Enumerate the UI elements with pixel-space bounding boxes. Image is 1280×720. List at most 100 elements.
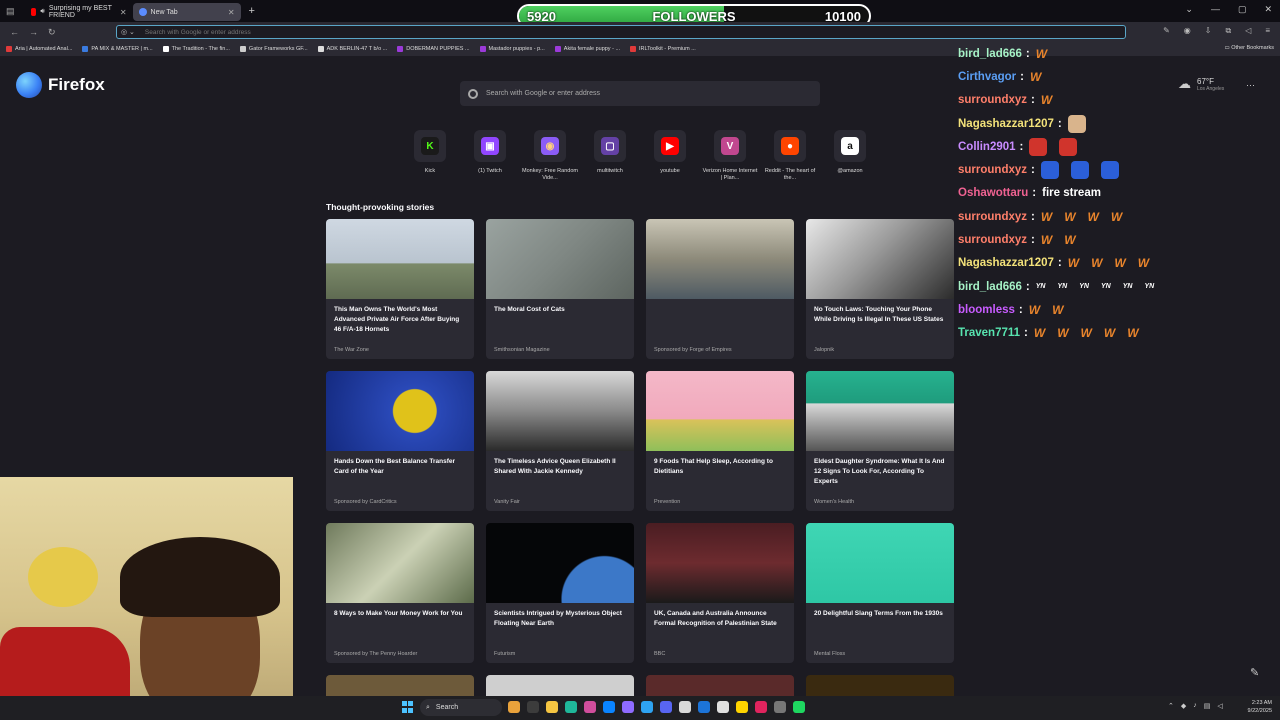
taskbar-app-icon[interactable]: [565, 701, 577, 713]
microphone-icon[interactable]: ♪: [1193, 702, 1197, 710]
tab-new-tab[interactable]: New Tab ✕: [132, 3, 241, 21]
tray-app-icon[interactable]: ◆: [1181, 702, 1186, 710]
chat-text: fire stream: [1042, 187, 1101, 200]
taskbar-app-icon[interactable]: [527, 701, 539, 713]
taskbar-search[interactable]: ⌕ Search: [420, 699, 502, 716]
taskbar-app-icon[interactable]: [660, 701, 672, 713]
new-tab-search[interactable]: Search with Google or enter address: [460, 81, 820, 106]
reload-icon[interactable]: ↻: [48, 27, 56, 38]
shortcut-tile[interactable]: ●: [774, 130, 806, 162]
list-all-tabs-icon[interactable]: ⌄: [1185, 4, 1193, 15]
bookmark-item[interactable]: Akita female puppy - ...: [554, 46, 620, 52]
bookmark-favicon-icon: [554, 46, 561, 52]
story-source: The War Zone: [334, 347, 369, 353]
shortcut-tile[interactable]: ▶: [654, 130, 686, 162]
address-input[interactable]: [144, 28, 745, 36]
blueface-emote-icon: [1070, 161, 1089, 180]
story-card[interactable]: Scientists Intrigued by Mysterious Objec…: [486, 523, 634, 663]
story-card[interactable]: No Touch Laws: Touching Your Phone While…: [806, 219, 954, 359]
taskbar-app-icon[interactable]: [603, 701, 615, 713]
taskbar: ⌕ Search ⌃ ◆ ♪ ▤ ◁ 2:23 AM 9/22/2025: [0, 696, 1280, 720]
story-card[interactable]: The Moral Cost of Cats Smithsonian Magazi…: [486, 219, 634, 359]
menu-icon[interactable]: ≡: [1265, 26, 1270, 36]
taskbar-app-icon[interactable]: [717, 701, 729, 713]
shortcut-multitwitch[interactable]: ▢ multitwitch: [580, 130, 640, 182]
minimize-icon[interactable]: —: [1211, 4, 1220, 15]
shortcut-kick[interactable]: K Kick: [400, 130, 460, 182]
story-card[interactable]: 8 Ways to Make Your Money Work for You Sp…: [326, 523, 474, 663]
back-icon[interactable]: ←: [10, 27, 19, 37]
bookmark-favicon-icon: [317, 46, 324, 52]
shortcut-verizon[interactable]: V Verizon Home Internet | Plan...: [700, 130, 760, 182]
story-card[interactable]: UK, Canada and Australia Announce Formal…: [646, 523, 794, 663]
story-card[interactable]: 20 Delightful Slang Terms From the 1930s…: [806, 523, 954, 663]
taskbar-app-icon[interactable]: [679, 701, 691, 713]
taskbar-app-icon[interactable]: [546, 701, 558, 713]
story-card[interactable]: The Timeless Advice Queen Elizabeth II S…: [486, 371, 634, 511]
taskbar-app-icon[interactable]: [755, 701, 767, 713]
bookmark-item[interactable]: DOBERMAN PUPPIES ...: [397, 46, 470, 52]
bookmark-item[interactable]: The Tradition - The fin...: [162, 46, 230, 52]
shortcut-youtube[interactable]: ▶ youtube: [640, 130, 700, 182]
bookmark-item[interactable]: Gator Frameworks GF...: [239, 46, 308, 52]
close-window-icon[interactable]: ✕: [1264, 4, 1272, 15]
audio-icon[interactable]: ◁: [1245, 26, 1251, 36]
taskbar-app-icon[interactable]: [793, 701, 805, 713]
story-image: [326, 371, 474, 451]
bookmark-item[interactable]: Mastador puppies - p...: [479, 46, 545, 52]
shortcut-tile[interactable]: ◉: [534, 130, 566, 162]
story-card[interactable]: This Man Owns The World's Most Advanced …: [326, 219, 474, 359]
redface-emote-icon: [1029, 137, 1048, 156]
shortcut-monkey[interactable]: ◉ Monkey: Free Random Vide...: [520, 130, 580, 182]
address-bar[interactable]: ◎ ⌄: [116, 25, 1126, 39]
taskbar-app-icon[interactable]: [641, 701, 653, 713]
clock[interactable]: 2:23 AM 9/22/2025: [1240, 699, 1272, 715]
story-card-partial[interactable]: [806, 675, 954, 696]
story-card[interactable]: 9 Foods That Help Sleep, According to Di…: [646, 371, 794, 511]
chat-message: Cirthvagor: W: [958, 65, 1258, 88]
tab-list-icon[interactable]: ▤: [6, 6, 15, 17]
extensions-icon[interactable]: ⧉: [1225, 26, 1231, 36]
maximize-icon[interactable]: ▢: [1238, 4, 1247, 15]
story-card[interactable]: Eldest Daughter Syndrome: What It Is And…: [806, 371, 954, 511]
story-card[interactable]: Sponsored by Forge of Empires: [646, 219, 794, 359]
shortcut-tile[interactable]: ▣: [474, 130, 506, 162]
taskbar-app-icon[interactable]: [736, 701, 748, 713]
taskbar-app-icon[interactable]: [508, 701, 520, 713]
account-icon[interactable]: ◉: [1184, 26, 1191, 36]
shortcut-reddit[interactable]: ● Reddit - The heart of the...: [760, 130, 820, 182]
bookmark-item[interactable]: PA MIX & MASTER | m...: [82, 46, 153, 52]
shortcut-tile[interactable]: V: [714, 130, 746, 162]
story-card-partial[interactable]: [646, 675, 794, 696]
story-card[interactable]: Hands Down the Best Balance Transfer Car…: [326, 371, 474, 511]
story-card-partial[interactable]: [486, 675, 634, 696]
taskbar-app-icon[interactable]: [584, 701, 596, 713]
search-engine-icon[interactable]: ◎ ⌄: [121, 28, 135, 36]
yn-emote-icon: YN: [1122, 283, 1133, 291]
volume-icon[interactable]: ◁: [1217, 702, 1222, 710]
tools-icon[interactable]: ✎: [1163, 26, 1170, 36]
taskbar-app-icon[interactable]: [774, 701, 786, 713]
bookmark-item[interactable]: IRLToolkit - Premium ...: [630, 46, 696, 52]
shortcut-tile[interactable]: ▢: [594, 130, 626, 162]
close-tab-icon[interactable]: ✕: [120, 8, 127, 17]
tray-chevron-icon[interactable]: ⌃: [1168, 702, 1174, 710]
shortcut-tile[interactable]: K: [414, 130, 446, 162]
chat-separator: :: [1024, 327, 1028, 340]
forward-icon[interactable]: →: [29, 27, 38, 37]
taskbar-app-icon[interactable]: [698, 701, 710, 713]
shortcut-tile[interactable]: a: [834, 130, 866, 162]
tab-youtube[interactable]: 🔊︎ Surprising my BEST FRIEND ✕: [25, 3, 133, 21]
new-tab-plus-icon[interactable]: +: [249, 5, 255, 17]
shortcut-twitch[interactable]: ▣ (1) Twitch: [460, 130, 520, 182]
bookmark-item[interactable]: ADK BERLIN-47 T b/o ...: [317, 46, 387, 52]
customize-pencil-icon[interactable]: ✎: [1250, 666, 1259, 679]
windows-start-icon[interactable]: [402, 701, 414, 713]
downloads-icon[interactable]: ⇩: [1205, 26, 1212, 36]
close-tab-icon[interactable]: ✕: [228, 8, 235, 17]
bookmark-item[interactable]: Aria | Automated Anal...: [6, 46, 72, 52]
network-icon[interactable]: ▤: [1204, 702, 1211, 710]
story-card-partial[interactable]: [326, 675, 474, 696]
shortcut-amazon[interactable]: a @amazon: [820, 130, 880, 182]
taskbar-app-icon[interactable]: [622, 701, 634, 713]
